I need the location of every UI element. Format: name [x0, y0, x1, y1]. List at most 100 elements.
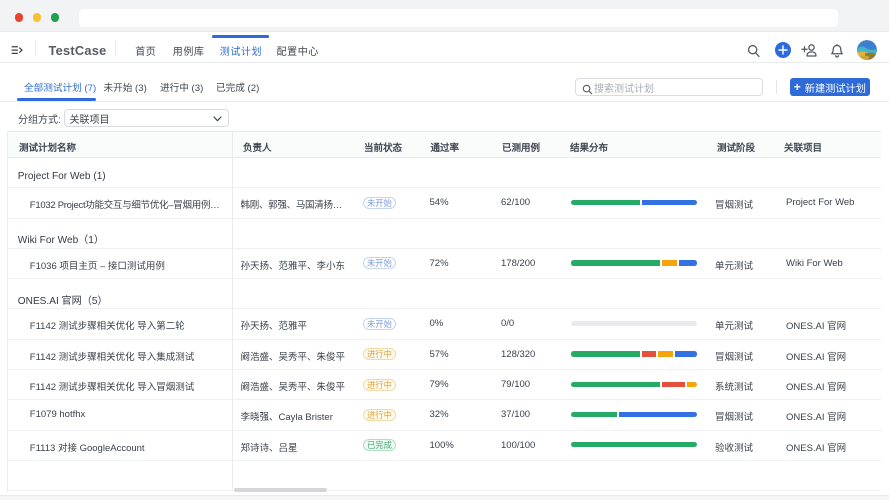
- plan-search-input[interactable]: 搜索测试计划: [575, 78, 763, 96]
- search-icon: [582, 84, 593, 95]
- toolbar-divider: [776, 80, 777, 94]
- nav-home[interactable]: 首页: [135, 43, 156, 58]
- bar-segment-blue: [619, 412, 697, 417]
- test-stage: 验收测试: [715, 440, 753, 454]
- bar-segment-green: [571, 260, 660, 265]
- test-stage: 系统测试: [715, 379, 753, 393]
- traffic-light-close[interactable]: [15, 13, 23, 21]
- plan-owners: 孙天扬、范雅平: [241, 318, 308, 332]
- status-badge: 进行中: [363, 348, 396, 360]
- tab-in-progress[interactable]: 进行中 (3): [160, 80, 203, 94]
- empty-row: [8, 461, 881, 491]
- plan-name: F1032 Project功能交互与细节优化–冒烟用例…: [30, 197, 220, 211]
- active-nav-indicator: [212, 35, 269, 38]
- search-button[interactable]: [748, 45, 760, 63]
- tested-cases: 79/100: [501, 379, 530, 390]
- app-header: TestCase 首页 用例库 测试计划 配置中心: [0, 32, 889, 63]
- groupby-bar: 分组方式: 关联项目: [0, 102, 889, 131]
- bar-segment-gray: [571, 321, 697, 326]
- plan-name: F1079 hotfhx: [30, 409, 85, 420]
- bar-segment-red: [662, 382, 685, 387]
- group-row[interactable]: ONES.AI 官网（5）: [8, 279, 881, 309]
- sidebar-expand-button[interactable]: [9, 43, 26, 58]
- new-plan-button[interactable]: + 新建测试计划: [790, 78, 870, 96]
- address-bar[interactable]: [79, 9, 838, 27]
- column-header: 结果分布: [570, 140, 608, 154]
- bar-segment-blue: [679, 260, 697, 265]
- horizontal-scrollbar[interactable]: [234, 488, 327, 492]
- column-header: 测试计划名称: [19, 140, 76, 154]
- plan-name: F1036 项目主页 – 接口测试用例: [30, 258, 165, 272]
- plan-row[interactable]: F1079 hotfhx李晓强、Cayla Brister进行中32%37/10…: [8, 400, 881, 430]
- result-distribution-bar: [571, 442, 697, 447]
- plan-owners: 孙天扬、范雅平、李小东: [241, 258, 346, 272]
- pass-rate: 72%: [430, 258, 449, 269]
- tab-done[interactable]: 已完成 (2): [216, 80, 259, 94]
- status-badge: 进行中: [363, 379, 396, 391]
- plan-name: F1142 测试步骤相关优化 导入冒烟测试: [30, 379, 195, 393]
- group-row[interactable]: Wiki For Web（1）: [8, 219, 881, 249]
- avatar-image: [857, 40, 877, 60]
- tested-cases: 100/100: [501, 440, 535, 451]
- pass-rate: 79%: [430, 379, 449, 390]
- plan-owners: 韩刚、郭强、马国清扬…: [241, 197, 342, 211]
- plus-icon: [778, 45, 788, 55]
- tested-cases: 128/320: [501, 349, 535, 360]
- result-distribution-bar: [571, 382, 697, 387]
- bar-segment-orange: [658, 351, 673, 356]
- invite-member-button[interactable]: [800, 42, 817, 62]
- plan-name: F1113 对接 GoogleAccount: [30, 440, 145, 454]
- plan-row[interactable]: F1032 Project功能交互与细节优化–冒烟用例…韩刚、郭强、马国清扬…未…: [8, 188, 881, 218]
- bar-segment-orange: [687, 382, 697, 387]
- plan-status: 未开始: [363, 257, 396, 269]
- nav-case-library[interactable]: 用例库: [173, 43, 205, 58]
- group-title: Project For Web (1): [18, 171, 106, 182]
- search-icon: [748, 45, 760, 58]
- bar-segment-blue: [642, 200, 697, 205]
- groupby-select[interactable]: 关联项目: [64, 109, 229, 128]
- header-divider: [115, 41, 116, 55]
- result-distribution-bar: [571, 200, 697, 205]
- plan-status: 进行中: [363, 379, 396, 391]
- nav-config-center[interactable]: 配置中心: [277, 43, 319, 58]
- quick-create-button[interactable]: [775, 42, 791, 58]
- fixed-column-divider: [232, 131, 233, 489]
- active-tab-underline: [17, 98, 96, 101]
- plan-row[interactable]: F1036 项目主页 – 接口测试用例孙天扬、范雅平、李小东未开始72%178/…: [8, 249, 881, 279]
- result-distribution-bar: [571, 260, 697, 265]
- column-header: 负责人: [243, 140, 272, 154]
- linked-project: ONES.AI 官网: [786, 409, 846, 423]
- bar-segment-green: [571, 351, 640, 356]
- tab-all-plans[interactable]: 全部测试计划 (7): [24, 80, 96, 94]
- plan-row[interactable]: F1142 测试步骤相关优化 导入冒烟测试阚浩盛、吴秀平、朱俊平进行中79%79…: [8, 370, 881, 400]
- search-placeholder: 搜索测试计划: [594, 80, 654, 95]
- nav-test-plan[interactable]: 测试计划: [220, 43, 262, 58]
- linked-project: ONES.AI 官网: [786, 318, 846, 332]
- pass-rate: 54%: [430, 197, 449, 208]
- traffic-light-minimize[interactable]: [33, 13, 41, 21]
- result-distribution-bar: [571, 321, 697, 326]
- linked-project: ONES.AI 官网: [786, 349, 846, 363]
- plan-row[interactable]: F1113 对接 GoogleAccount郑诗诗、吕星已完成100%100/1…: [8, 431, 881, 461]
- plan-row[interactable]: F1142 测试步骤相关优化 导入第二轮孙天扬、范雅平未开始0%0/0单元测试O…: [8, 309, 881, 339]
- tested-cases: 62/100: [501, 197, 530, 208]
- chevron-down-icon: [213, 116, 222, 122]
- plan-row[interactable]: F1142 测试步骤相关优化 导入集成测试阚浩盛、吴秀平、朱俊平进行中57%12…: [8, 340, 881, 370]
- bar-segment-green: [571, 200, 640, 205]
- notifications-button[interactable]: [831, 44, 843, 63]
- groupby-label: 分组方式:: [18, 111, 61, 126]
- group-row[interactable]: Project For Web (1): [8, 158, 881, 188]
- plan-status: 进行中: [363, 409, 396, 421]
- traffic-light-zoom[interactable]: [51, 13, 59, 21]
- sidebar-expand-icon: [9, 43, 26, 58]
- pass-rate: 32%: [430, 409, 449, 420]
- avatar[interactable]: [857, 40, 877, 60]
- pass-rate: 57%: [430, 349, 449, 360]
- column-header: 测试阶段: [717, 140, 755, 154]
- page-bottom-area: [0, 496, 889, 500]
- column-header: 关联项目: [784, 140, 822, 154]
- test-stage: 冒烟测试: [715, 197, 753, 211]
- plan-status: 已完成: [363, 439, 396, 451]
- bar-segment-red: [642, 351, 656, 356]
- tab-not-started[interactable]: 未开始 (3): [104, 80, 147, 94]
